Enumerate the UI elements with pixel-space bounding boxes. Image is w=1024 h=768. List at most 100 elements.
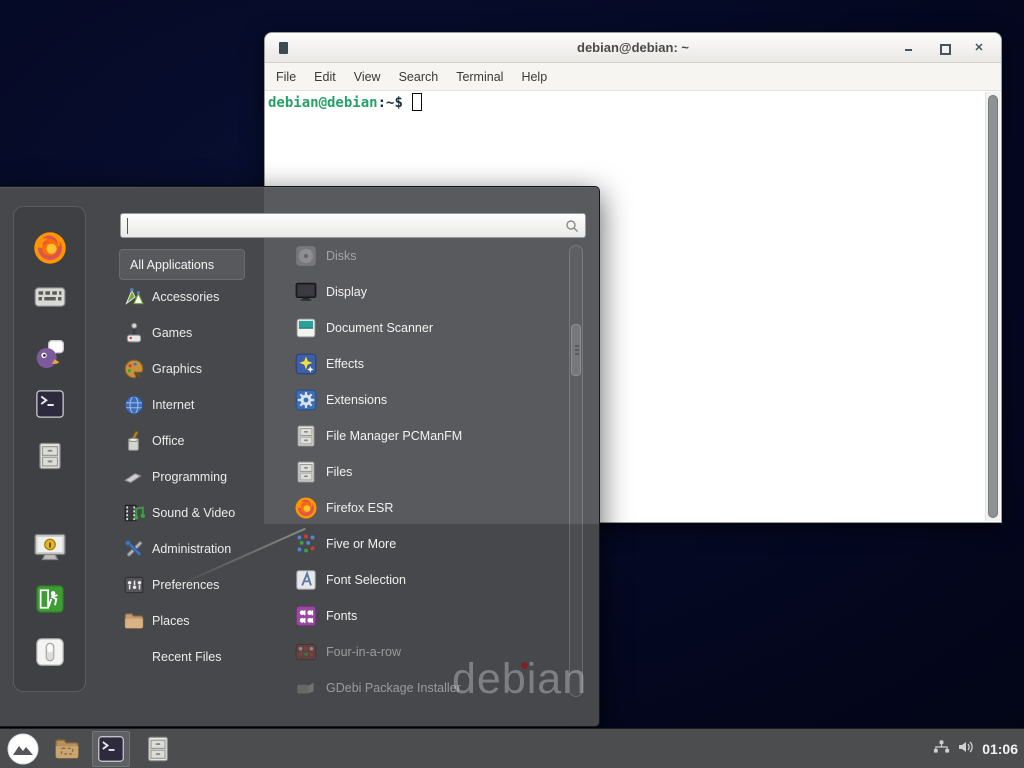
logout-icon bbox=[35, 584, 65, 614]
app-font-selection[interactable]: Font Selection bbox=[288, 562, 564, 598]
preferences-icon bbox=[123, 574, 145, 596]
system-tray: 01:06 bbox=[933, 729, 1018, 768]
maximize-button[interactable] bbox=[938, 42, 950, 54]
sound-video-icon bbox=[123, 502, 145, 524]
categories-list: Accessories Games bbox=[119, 279, 269, 675]
firefox-icon bbox=[294, 496, 318, 520]
applications-list: Disks Display bbox=[288, 238, 564, 698]
places-icon bbox=[123, 610, 145, 632]
app-four-in-a-row[interactable]: Four-in-a-row bbox=[288, 634, 564, 670]
minimize-button[interactable] bbox=[903, 42, 915, 54]
gdebi-icon bbox=[294, 676, 318, 698]
menu-logo-icon bbox=[7, 733, 39, 765]
firefox-icon bbox=[32, 230, 68, 266]
app-document-scanner[interactable]: Document Scanner bbox=[288, 310, 564, 346]
terminal-icon bbox=[97, 735, 125, 763]
taskbar-menu-button[interactable] bbox=[7, 733, 39, 765]
search-input[interactable] bbox=[127, 216, 559, 235]
app-extensions[interactable]: Extensions bbox=[288, 382, 564, 418]
terminal-cursor bbox=[412, 93, 422, 111]
category-administration[interactable]: Administration bbox=[119, 531, 269, 567]
programming-icon bbox=[123, 466, 145, 488]
category-recent-files[interactable]: Recent Files bbox=[119, 639, 269, 675]
effects-icon bbox=[294, 352, 318, 376]
app-firefox-esr[interactable]: Firefox ESR bbox=[288, 490, 564, 526]
search-icon bbox=[565, 219, 579, 238]
search-caret bbox=[127, 218, 128, 234]
display-icon bbox=[294, 280, 318, 304]
shutdown-button[interactable] bbox=[35, 637, 65, 667]
prompt-user-host: debian@debian bbox=[268, 95, 378, 111]
menu-help[interactable]: Help bbox=[512, 63, 556, 91]
favorite-file-cabinet-button[interactable] bbox=[35, 441, 65, 471]
disks-icon bbox=[294, 244, 318, 268]
file-cabinet-icon bbox=[294, 460, 318, 484]
taskbar-files-button[interactable] bbox=[143, 734, 173, 764]
clock[interactable]: 01:06 bbox=[982, 741, 1018, 757]
category-office[interactable]: Office bbox=[119, 423, 269, 459]
all-applications-button[interactable]: All Applications bbox=[119, 249, 245, 280]
taskbar: 01:06 bbox=[0, 728, 1024, 768]
terminal-titlebar[interactable]: debian@debian: ~ ✕ bbox=[265, 33, 1001, 63]
category-internet[interactable]: Internet bbox=[119, 387, 269, 423]
favorite-pidgin-button[interactable] bbox=[34, 338, 66, 370]
administration-icon bbox=[123, 538, 145, 560]
taskbar-terminal-button[interactable] bbox=[92, 731, 130, 767]
category-games[interactable]: Games bbox=[119, 315, 269, 351]
app-files[interactable]: Files bbox=[288, 454, 564, 490]
internet-icon bbox=[123, 394, 145, 416]
accessories-icon bbox=[123, 286, 145, 308]
app-gdebi[interactable]: GDebi Package Installer bbox=[288, 670, 564, 698]
terminal-title: debian@debian: ~ bbox=[265, 40, 1001, 55]
app-disks[interactable]: Disks bbox=[288, 238, 564, 274]
lock-screen-icon bbox=[33, 532, 67, 562]
menu-edit[interactable]: Edit bbox=[305, 63, 345, 91]
category-places[interactable]: Places bbox=[119, 603, 269, 639]
terminal-scrollbar-thumb[interactable] bbox=[988, 95, 998, 518]
favorite-keyboard-button[interactable] bbox=[34, 285, 66, 309]
favorite-terminal-button[interactable] bbox=[35, 389, 65, 419]
extensions-icon bbox=[294, 388, 318, 412]
lock-screen-button[interactable] bbox=[33, 532, 67, 562]
terminal-scrollbar[interactable] bbox=[985, 92, 1000, 521]
window-controls: ✕ bbox=[903, 33, 985, 63]
applications-menu: debian bbox=[0, 186, 600, 727]
prompt-symbol: $ bbox=[394, 95, 402, 111]
menu-view[interactable]: View bbox=[345, 63, 390, 91]
favorites-panel bbox=[13, 206, 86, 692]
file-cabinet-icon bbox=[294, 424, 318, 448]
app-pcmanfm[interactable]: File Manager PCManFM bbox=[288, 418, 564, 454]
logout-button[interactable] bbox=[35, 584, 65, 614]
network-icon[interactable] bbox=[933, 739, 950, 760]
category-accessories[interactable]: Accessories bbox=[119, 279, 269, 315]
category-sound-video[interactable]: Sound & Video bbox=[119, 495, 269, 531]
five-or-more-icon bbox=[294, 532, 318, 556]
scrollbar-grip bbox=[575, 345, 579, 347]
font-selection-icon bbox=[294, 568, 318, 592]
close-button[interactable]: ✕ bbox=[973, 42, 985, 54]
file-cabinet-icon bbox=[35, 441, 65, 471]
volume-icon[interactable] bbox=[957, 739, 975, 760]
document-scanner-icon bbox=[294, 316, 318, 340]
office-icon bbox=[123, 430, 145, 452]
category-preferences[interactable]: Preferences bbox=[119, 567, 269, 603]
app-display[interactable]: Display bbox=[288, 274, 564, 310]
pidgin-icon bbox=[34, 338, 66, 370]
category-graphics[interactable]: Graphics bbox=[119, 351, 269, 387]
favorite-firefox-button[interactable] bbox=[32, 230, 68, 266]
app-fonts[interactable]: Fonts bbox=[288, 598, 564, 634]
shutdown-icon bbox=[35, 637, 65, 667]
folder-icon bbox=[53, 735, 81, 763]
menu-terminal[interactable]: Terminal bbox=[447, 63, 512, 91]
category-programming[interactable]: Programming bbox=[119, 459, 269, 495]
menu-search[interactable]: Search bbox=[390, 63, 448, 91]
menu-file[interactable]: File bbox=[267, 63, 305, 91]
apps-scrollbar-thumb[interactable] bbox=[571, 324, 581, 376]
app-five-or-more[interactable]: Five or More bbox=[288, 526, 564, 562]
terminal-window-icon bbox=[279, 42, 288, 54]
apps-scrollbar[interactable] bbox=[569, 245, 583, 697]
terminal-prompt: debian@debian:~$ bbox=[268, 93, 422, 111]
app-effects[interactable]: Effects bbox=[288, 346, 564, 382]
fonts-icon bbox=[294, 604, 318, 628]
taskbar-file-manager-button[interactable] bbox=[52, 734, 82, 764]
